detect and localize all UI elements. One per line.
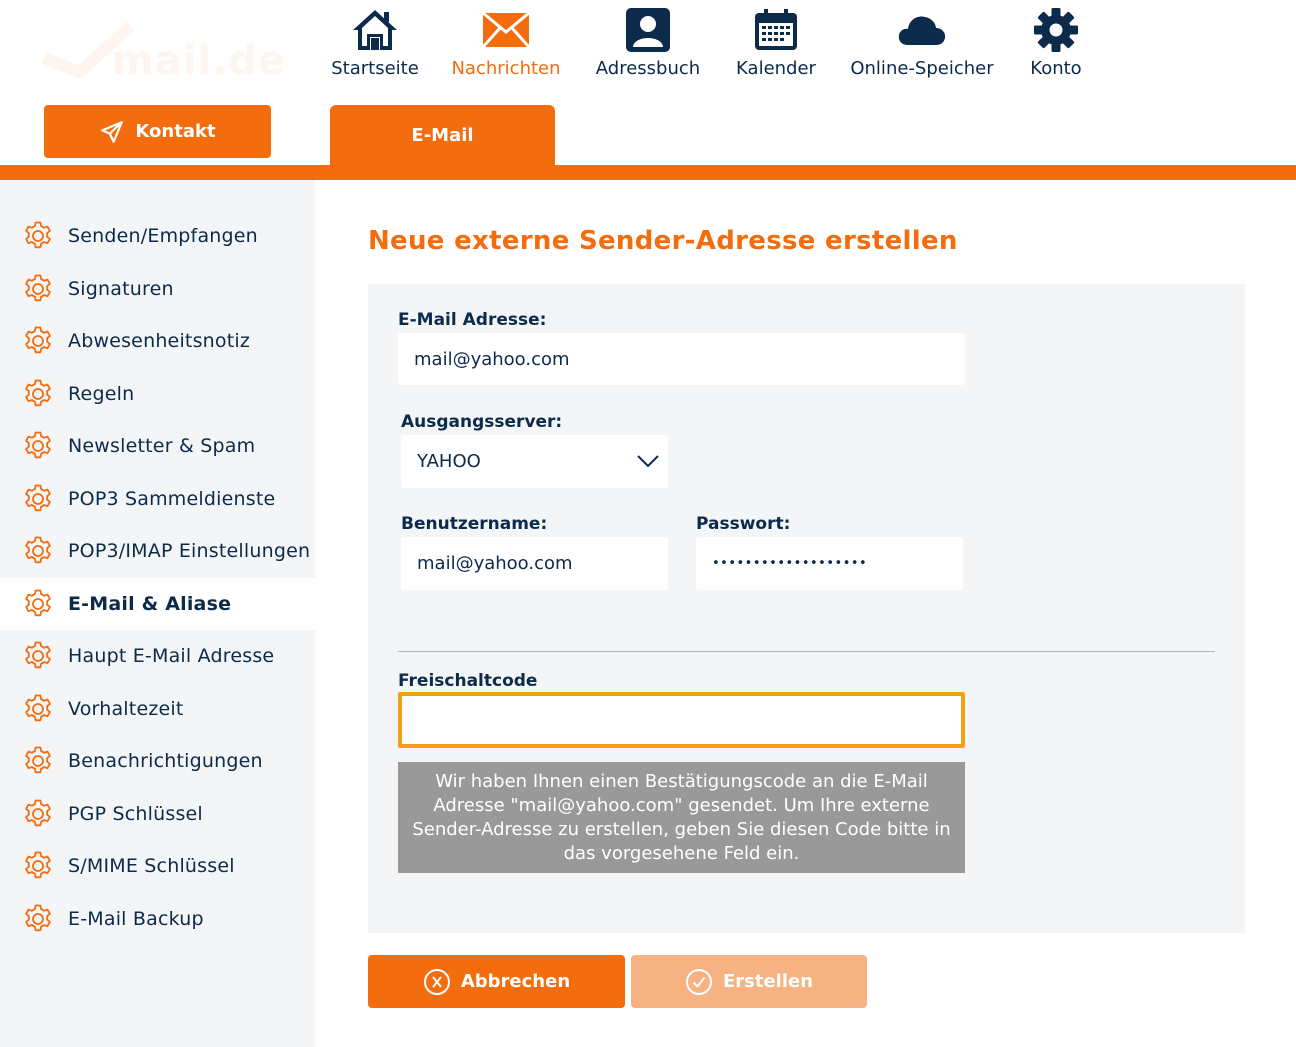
sidebar-item-regeln[interactable]: Regeln (0, 368, 315, 420)
sidebar-item-label: S/MIME Schlüssel (68, 855, 235, 877)
contact-button[interactable]: Kontakt (44, 105, 271, 158)
password-field[interactable]: ••••••••••••••••••• (696, 537, 963, 590)
activation-code-input[interactable] (398, 692, 965, 748)
logo-text: mail.de (112, 38, 287, 84)
password-label: Passwort: (696, 514, 791, 534)
contact-card-icon (626, 8, 670, 52)
create-button-label: Erstellen (722, 971, 814, 992)
contact-button-label: Kontakt (135, 121, 216, 142)
email-field-value: mail@yahoo.com (414, 348, 570, 370)
sidebar-item-vorhaltezeit[interactable]: Vorhaltezeit (0, 683, 315, 735)
server-select[interactable]: YAHOO (401, 435, 668, 488)
nav-label: Konto (1030, 58, 1082, 79)
sidebar-item-label: Regeln (68, 383, 135, 405)
sidebar-item-pgp-schluessel[interactable]: PGP Schlüssel (0, 788, 315, 840)
sidebar-item-benachrichtigungen[interactable]: Benachrichtigungen (0, 735, 315, 787)
sidebar-item-pop3-imap-einstellungen[interactable]: POP3/IMAP Einstellungen (0, 525, 315, 577)
email-label: E-Mail Adresse: (398, 310, 547, 330)
nav-label: Adressbuch (595, 58, 701, 79)
settings-sidebar: Senden/Empfangen Signaturen Abwesenheits… (0, 180, 315, 1047)
sidebar-item-label: E-Mail & Aliase (68, 593, 232, 615)
password-field-value: ••••••••••••••••••• (712, 556, 868, 571)
gear-outline-icon (22, 325, 54, 357)
nav-item-nachrichten[interactable]: Nachrichten (451, 0, 561, 100)
gear-outline-icon (22, 430, 54, 462)
nav-item-startseite[interactable]: Startseite (331, 0, 419, 100)
email-field[interactable]: mail@yahoo.com (398, 333, 965, 385)
sidebar-item-label: Haupt E-Mail Adresse (68, 645, 275, 667)
sidebar-item-abwesenheitsnotiz[interactable]: Abwesenheitsnotiz (0, 315, 315, 367)
gear-outline-icon (22, 745, 54, 777)
form-divider (398, 651, 1215, 652)
nav-item-online-speicher[interactable]: Online-Speicher (847, 0, 997, 100)
info-message: Wir haben Ihnen einen Bestätigungscode a… (398, 762, 965, 873)
sidebar-item-label: Vorhaltezeit (68, 698, 184, 720)
x-circle-icon (423, 968, 450, 995)
gear-icon (1034, 8, 1078, 52)
gear-outline-icon (22, 850, 54, 882)
cancel-button-label: Abbrechen (460, 971, 571, 992)
gear-outline-icon (22, 588, 54, 620)
create-button[interactable]: Erstellen (631, 955, 867, 1008)
gear-outline-icon (22, 378, 54, 410)
username-field-value: mail@yahoo.com (417, 553, 573, 574)
cloud-icon (898, 16, 946, 45)
calendar-icon (755, 9, 797, 50)
sidebar-item-pop3-sammeldienste[interactable]: POP3 Sammeldienste (0, 473, 315, 525)
sidebar-item-email-backup[interactable]: E-Mail Backup (0, 893, 315, 945)
paper-plane-icon (101, 120, 124, 143)
gear-outline-icon (22, 220, 54, 252)
gear-outline-icon (22, 798, 54, 830)
chevron-down-icon (637, 455, 659, 468)
gear-outline-icon (22, 903, 54, 935)
sidebar-item-label: Benachrichtigungen (68, 750, 263, 772)
sidebar-item-senden-empfangen[interactable]: Senden/Empfangen (0, 210, 315, 262)
username-label: Benutzername: (401, 514, 548, 534)
nav-label: Startseite (331, 58, 419, 79)
sidebar-item-newsletter-spam[interactable]: Newsletter & Spam (0, 420, 315, 472)
sidebar-item-label: Signaturen (68, 278, 174, 300)
nav-label: Nachrichten (451, 58, 561, 79)
check-circle-icon (685, 968, 712, 995)
tab-email-label: E-Mail (411, 124, 474, 146)
sidebar-item-label: E-Mail Backup (68, 908, 204, 930)
page-title: Neue externe Sender-Adresse erstellen (368, 226, 958, 256)
sidebar-item-haupt-email-adresse[interactable]: Haupt E-Mail Adresse (0, 630, 315, 682)
gear-outline-icon (22, 483, 54, 515)
sidebar-item-label: Senden/Empfangen (68, 225, 258, 247)
sidebar-item-label: Newsletter & Spam (68, 435, 256, 457)
gear-outline-icon (22, 640, 54, 672)
sidebar-item-label: Abwesenheitsnotiz (68, 330, 251, 352)
gear-outline-icon (22, 273, 54, 305)
header-left: mail.de Kontakt (0, 0, 315, 165)
server-label: Ausgangsserver: (401, 412, 563, 432)
cancel-button[interactable]: Abbrechen (368, 955, 625, 1008)
code-label: Freischaltcode (398, 671, 538, 691)
sidebar-item-label: PGP Schlüssel (68, 803, 203, 825)
sidebar-item-signaturen[interactable]: Signaturen (0, 263, 315, 315)
nav-item-adressbuch[interactable]: Adressbuch (593, 0, 703, 100)
gear-outline-icon (22, 693, 54, 725)
nav-item-konto[interactable]: Konto (1025, 0, 1087, 100)
nav-item-kalender[interactable]: Kalender (733, 0, 819, 100)
sidebar-item-email-aliase[interactable]: E-Mail & Aliase (0, 578, 315, 630)
sidebar-item-smime-schluessel[interactable]: S/MIME Schlüssel (0, 840, 315, 892)
username-field[interactable]: mail@yahoo.com (401, 537, 668, 590)
envelope-icon (482, 12, 530, 48)
sidebar-item-label: POP3 Sammeldienste (68, 488, 276, 510)
home-icon (353, 10, 397, 50)
header-divider-bar (0, 165, 1296, 180)
server-select-value: YAHOO (417, 451, 481, 472)
gear-outline-icon (22, 535, 54, 567)
nav-label: Online-Speicher (850, 58, 994, 79)
sidebar-item-label: POP3/IMAP Einstellungen (68, 540, 311, 562)
main-nav: Startseite Nachrichten Adressbuch Kalend… (315, 0, 1296, 100)
tab-email[interactable]: E-Mail (330, 105, 555, 165)
nav-label: Kalender (736, 58, 816, 79)
